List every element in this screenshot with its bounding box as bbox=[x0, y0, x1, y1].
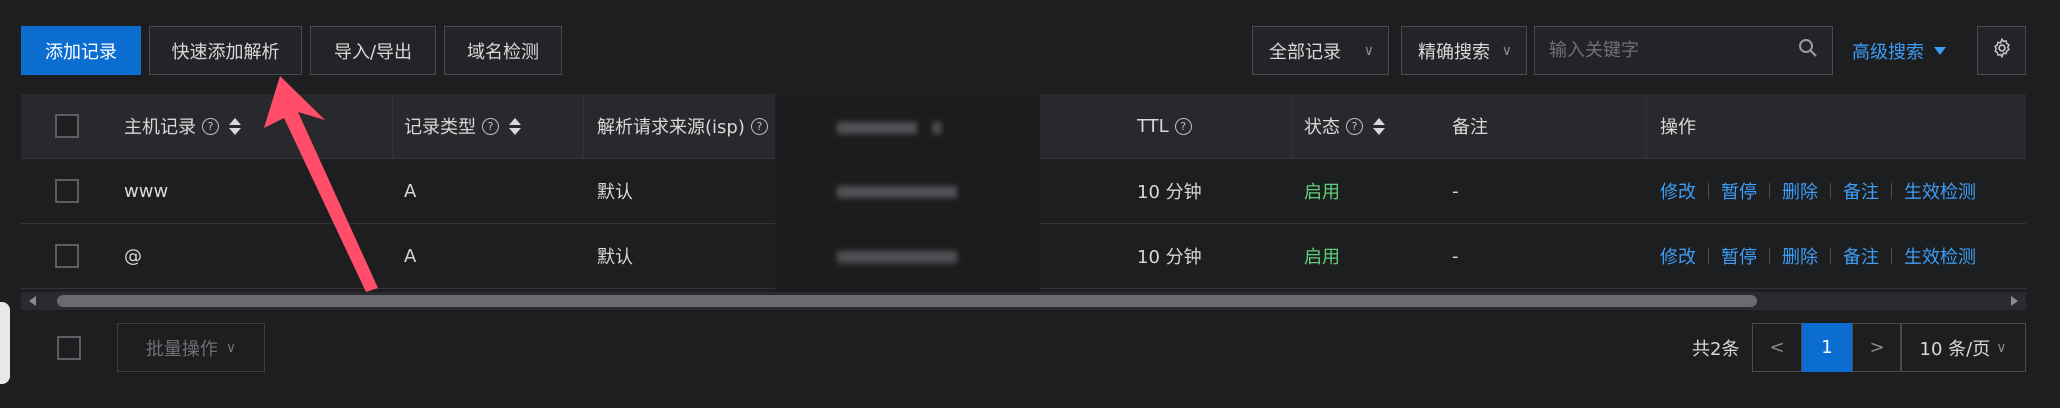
chevron-down-icon: ∨ bbox=[225, 339, 237, 356]
side-panel-handle[interactable] bbox=[0, 302, 10, 384]
sort-icon[interactable] bbox=[509, 117, 521, 135]
row-actions: 修改 暂停 删除 备注 生效检测 bbox=[1660, 224, 1976, 288]
row-actions: 修改 暂停 删除 备注 生效检测 bbox=[1660, 159, 1976, 223]
cell-host: @ bbox=[124, 245, 142, 267]
import-export-button[interactable]: 导入/导出 bbox=[310, 26, 436, 75]
cell-type: A bbox=[404, 180, 417, 202]
note-link[interactable]: 备注 bbox=[1843, 178, 1879, 204]
search-input[interactable] bbox=[1549, 40, 1769, 61]
header-host[interactable]: 主机记录 ? bbox=[124, 94, 241, 158]
search-box bbox=[1534, 26, 1833, 75]
search-icon[interactable] bbox=[1798, 38, 1818, 63]
edit-link[interactable]: 修改 bbox=[1660, 243, 1696, 269]
help-icon[interactable]: ? bbox=[750, 117, 768, 135]
row-checkbox[interactable] bbox=[55, 159, 79, 223]
delete-link[interactable]: 删除 bbox=[1782, 243, 1818, 269]
page-button[interactable]: 1 bbox=[1802, 323, 1852, 372]
advanced-search-toggle[interactable]: 高级搜索 bbox=[1852, 26, 1946, 75]
header-status-label: 状态 bbox=[1304, 117, 1340, 138]
header-ttl: TTL ? bbox=[1137, 94, 1192, 158]
header-ttl-label: TTL bbox=[1137, 115, 1169, 137]
cell-host: www bbox=[124, 180, 169, 202]
cell-ttl: 10 分钟 bbox=[1137, 247, 1202, 268]
sort-icon[interactable] bbox=[1373, 117, 1385, 135]
caret-down-icon bbox=[1934, 46, 1946, 55]
help-icon[interactable]: ? bbox=[482, 117, 499, 135]
add-record-button[interactable]: 添加记录 bbox=[21, 26, 141, 75]
next-page-button[interactable]: > bbox=[1852, 323, 1902, 372]
domain-check-button[interactable]: 域名检测 bbox=[444, 26, 562, 75]
batch-operation-label: 批量操作 bbox=[145, 338, 218, 360]
edit-link[interactable]: 修改 bbox=[1660, 178, 1696, 204]
chevron-down-icon: ∨ bbox=[1996, 339, 2007, 356]
cell-status: 启用 bbox=[1304, 182, 1340, 203]
header-host-label: 主机记录 bbox=[124, 117, 196, 138]
pagination: < 1 > bbox=[1752, 323, 1902, 372]
check-link[interactable]: 生效检测 bbox=[1904, 243, 1976, 269]
help-icon[interactable]: ? bbox=[1174, 117, 1192, 135]
horizontal-scrollbar[interactable] bbox=[21, 292, 2026, 310]
record-filter-select[interactable]: 全部记录 ∨ bbox=[1252, 26, 1389, 75]
settings-button[interactable] bbox=[1977, 26, 2026, 75]
cell-ttl: 10 分钟 bbox=[1137, 182, 1202, 203]
cell-isp: 默认 bbox=[597, 182, 633, 203]
row-checkbox[interactable] bbox=[55, 224, 79, 288]
header-isp-label: 解析请求来源(isp) bbox=[597, 117, 745, 138]
chevron-down-icon: ∨ bbox=[1363, 42, 1374, 59]
batch-operation-select[interactable]: 批量操作 ∨ bbox=[117, 323, 265, 372]
footer-select-checkbox[interactable] bbox=[57, 336, 81, 360]
quick-add-button[interactable]: 快速添加解析 bbox=[149, 26, 302, 75]
chevron-down-icon: ∨ bbox=[1501, 42, 1512, 59]
page-size-value: 10 条/页 bbox=[1919, 338, 1991, 360]
cell-remark: - bbox=[1452, 180, 1459, 202]
total-count: 共2条 bbox=[1692, 338, 1740, 360]
prev-page-button[interactable]: < bbox=[1752, 323, 1802, 372]
scrollbar-thumb[interactable] bbox=[57, 295, 1757, 307]
check-link[interactable]: 生效检测 bbox=[1904, 178, 1976, 204]
search-mode-select[interactable]: 精确搜索 ∨ bbox=[1401, 26, 1527, 75]
help-icon[interactable]: ? bbox=[1346, 117, 1363, 135]
pause-link[interactable]: 暂停 bbox=[1721, 243, 1757, 269]
pause-link[interactable]: 暂停 bbox=[1721, 178, 1757, 204]
header-actions: 操作 bbox=[1660, 117, 1696, 138]
record-filter-value: 全部记录 bbox=[1269, 41, 1341, 63]
header-isp: 解析请求来源(isp) ? bbox=[597, 94, 768, 158]
cell-remark: - bbox=[1452, 245, 1459, 267]
search-mode-value: 精确搜索 bbox=[1418, 41, 1490, 63]
cell-status: 启用 bbox=[1304, 247, 1340, 268]
header-type-label: 记录类型 bbox=[404, 117, 476, 138]
toolbar: 添加记录 快速添加解析 导入/导出 域名检测 bbox=[21, 26, 562, 75]
note-link[interactable]: 备注 bbox=[1843, 243, 1879, 269]
redacted-value-column bbox=[775, 94, 1040, 314]
header-remark: 备注 bbox=[1452, 117, 1488, 138]
delete-link[interactable]: 删除 bbox=[1782, 178, 1818, 204]
help-icon[interactable]: ? bbox=[202, 117, 219, 135]
scroll-right-icon[interactable] bbox=[2011, 296, 2018, 306]
chevron-left-icon: < bbox=[1769, 337, 1785, 358]
gear-icon bbox=[1991, 37, 2013, 64]
select-all-checkbox[interactable] bbox=[55, 94, 79, 158]
cell-isp: 默认 bbox=[597, 247, 633, 268]
header-type[interactable]: 记录类型 ? bbox=[404, 94, 521, 158]
cell-type: A bbox=[404, 245, 417, 267]
advanced-search-label: 高级搜索 bbox=[1852, 41, 1924, 63]
sort-icon[interactable] bbox=[229, 117, 241, 135]
page-size-select[interactable]: 10 条/页 ∨ bbox=[1900, 323, 2026, 372]
chevron-right-icon: > bbox=[1869, 337, 1885, 358]
scroll-left-icon[interactable] bbox=[29, 296, 36, 306]
header-status[interactable]: 状态 ? bbox=[1304, 94, 1385, 158]
